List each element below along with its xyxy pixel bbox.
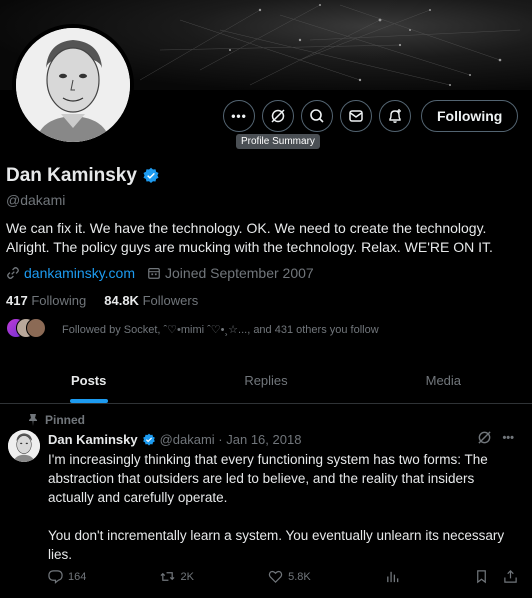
verified-badge-icon	[142, 433, 155, 445]
profile-name-row: Dan Kaminsky	[6, 165, 160, 187]
followed-by-text[interactable]: Followed by Socket, ˆ♡•mimi ˆ♡•¸☆..., an…	[62, 323, 379, 336]
post-engagement: 164 2K 5.8K	[48, 569, 518, 584]
following-stat[interactable]: 417 Following	[6, 293, 86, 308]
link-icon	[7, 267, 19, 279]
website-link[interactable]: dankaminsky.com	[6, 265, 135, 281]
calendar-icon	[148, 268, 160, 279]
repost-count: 2K	[180, 570, 194, 583]
profile-name: Dan Kaminsky	[6, 165, 137, 186]
message-button[interactable]	[340, 100, 372, 132]
like-button[interactable]: 5.8K	[268, 569, 311, 584]
heart-icon	[268, 570, 283, 583]
reply-count: 164	[68, 570, 87, 583]
post-author-name[interactable]: Dan Kaminsky	[48, 432, 138, 447]
profile-tabs: Posts Replies Media	[0, 357, 532, 404]
repost-button[interactable]: 2K	[160, 569, 194, 584]
search-icon	[310, 109, 324, 123]
pinned-label: Pinned	[45, 413, 86, 427]
following-count: 417	[6, 293, 28, 308]
tab-replies[interactable]: Replies	[177, 357, 354, 403]
following-button[interactable]: Following	[421, 100, 519, 132]
profile-summary-button[interactable]	[262, 100, 294, 132]
profile-bio: We can fix it. We have the technology. O…	[6, 220, 493, 255]
website-text[interactable]: dankaminsky.com	[24, 265, 135, 281]
tab-media[interactable]: Media	[355, 357, 532, 403]
profile-summary-tooltip: Profile Summary	[236, 134, 320, 149]
post-handle-date[interactable]: @dakami · Jan 16, 2018	[160, 432, 302, 447]
grok-icon	[271, 109, 285, 123]
bookmark-icon[interactable]	[474, 569, 489, 584]
followed-by[interactable]: Followed by Socket, ˆ♡•mimi ˆ♡•¸☆..., an…	[6, 318, 379, 340]
share-icon[interactable]	[503, 569, 518, 584]
views-button[interactable]	[385, 569, 400, 584]
like-count: 5.8K	[288, 570, 311, 583]
joined-date: Joined September 2007	[147, 265, 314, 281]
notify-icon	[389, 109, 401, 123]
followers-stat[interactable]: 84.8K Followers	[104, 293, 198, 308]
joined-text: Joined September 2007	[165, 265, 314, 281]
notifications-button[interactable]	[379, 100, 411, 132]
views-icon	[387, 571, 399, 583]
active-tab-indicator	[69, 399, 108, 403]
tab-label: Media	[425, 372, 462, 388]
tab-posts[interactable]: Posts	[0, 357, 177, 403]
post-header: Dan Kaminsky @dakami · Jan 16, 2018	[48, 432, 301, 447]
post-paragraph: I'm increasingly thinking that every fun…	[48, 452, 488, 505]
followers-label: Followers	[142, 293, 199, 308]
tab-label: Posts	[70, 372, 107, 388]
profile-avatar[interactable]	[12, 24, 134, 146]
pinned-indicator: Pinned	[28, 413, 85, 427]
following-label: Following	[31, 293, 87, 308]
reply-icon	[48, 570, 63, 584]
verified-badge-icon[interactable]	[142, 167, 160, 185]
reply-button[interactable]: 164	[48, 569, 86, 584]
profile-handle: @dakami	[6, 192, 66, 208]
profile-meta: dankaminsky.com Joined September 2007	[6, 265, 314, 281]
followers-count: 84.8K	[104, 293, 139, 308]
post-text: I'm increasingly thinking that every fun…	[48, 450, 518, 583]
post-paragraph: You don't incrementally learn a system. …	[48, 528, 505, 562]
post-author-avatar[interactable]	[8, 430, 40, 462]
post-tools: •••	[477, 430, 514, 445]
more-icon: •••	[231, 109, 247, 123]
message-icon	[349, 110, 363, 122]
repost-icon	[160, 572, 175, 581]
post-secondary-actions	[474, 569, 518, 584]
more-button[interactable]: •••	[223, 100, 255, 132]
post-more-icon[interactable]: •••	[502, 432, 514, 444]
search-button[interactable]	[301, 100, 333, 132]
follow-stats: 417 Following 84.8K Followers	[6, 293, 198, 308]
pin-icon	[29, 414, 37, 426]
tab-label: Replies	[244, 372, 288, 388]
mutual-avatar	[26, 318, 46, 338]
grok-icon[interactable]	[477, 430, 492, 445]
profile-actions: ••• Following	[223, 100, 519, 132]
mutual-avatars	[6, 318, 50, 340]
